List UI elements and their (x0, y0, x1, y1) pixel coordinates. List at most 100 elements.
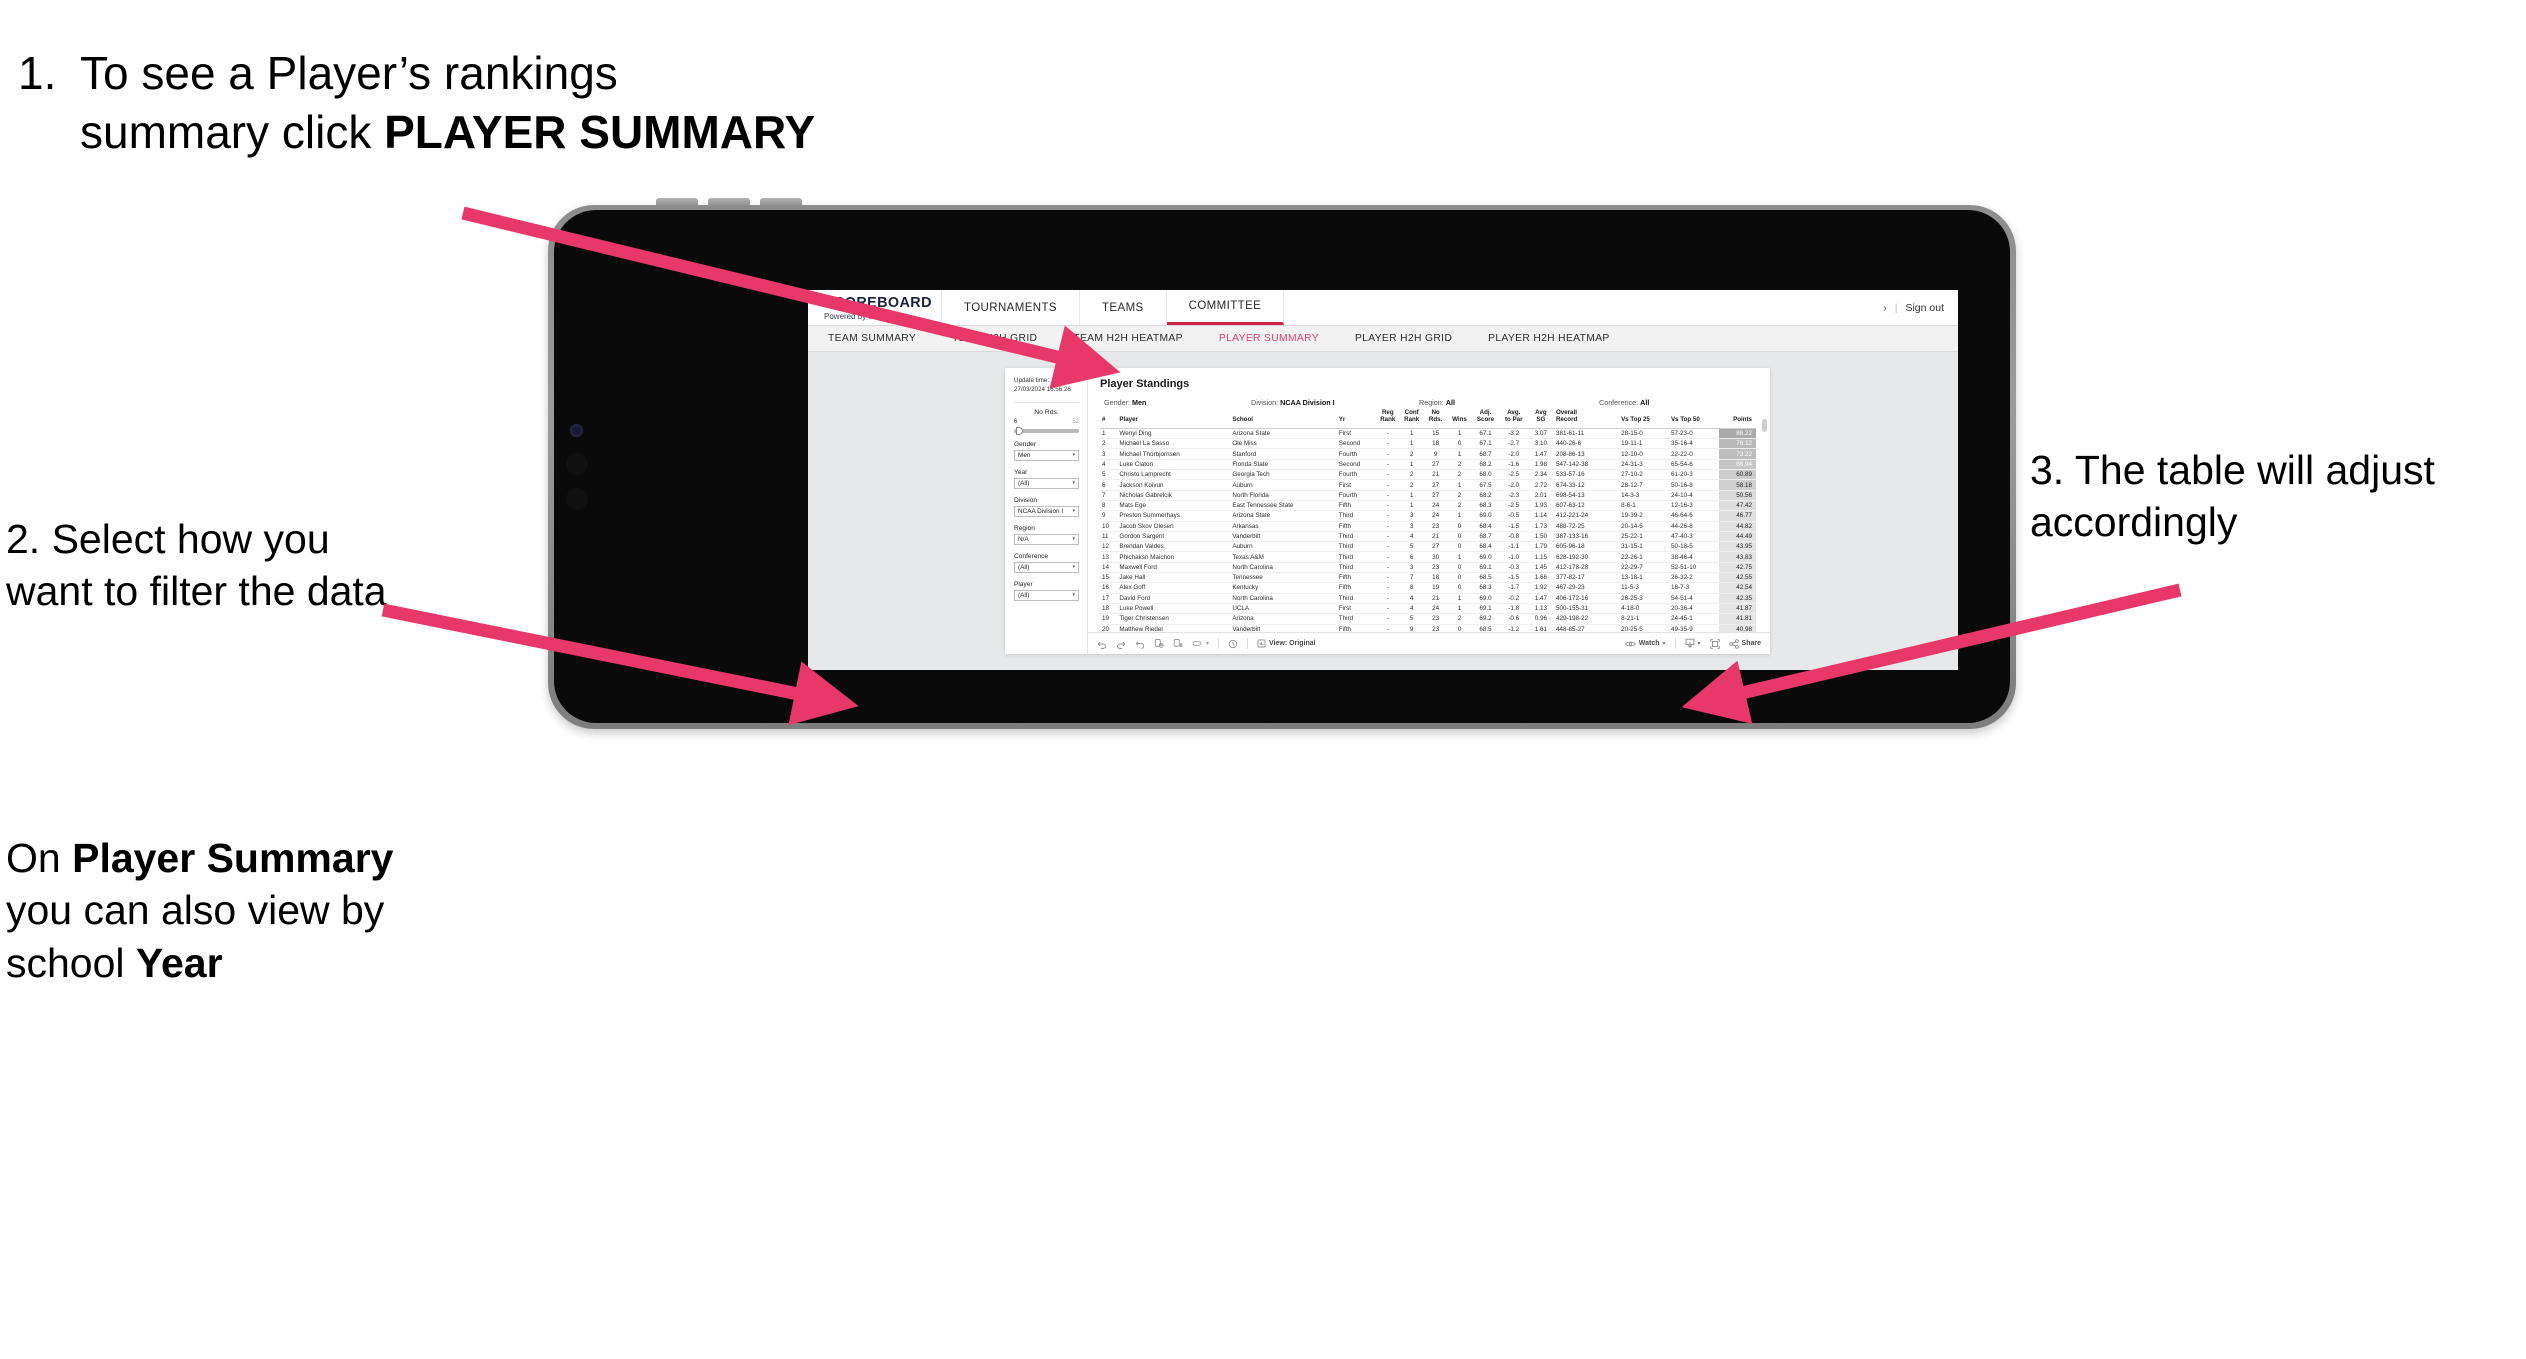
table-row[interactable]: 11 Gordon Sargent Vanderbilt Third -4 21 0 68.7… (1100, 531, 1756, 543)
cell-t25: 25-22-1 (1619, 531, 1670, 543)
user-icon[interactable]: › (1883, 302, 1887, 314)
cell-rr: - (1375, 613, 1400, 625)
cell-wn: 2 (1447, 490, 1472, 501)
table-row[interactable]: 12 Brendan Valdes Auburn Third -5 27 0 68.4 -1.1… (1100, 541, 1756, 553)
table-row[interactable]: 3 Michael Thorbjornsen Stanford Fourth -2 9 1 6… (1100, 448, 1756, 460)
dashboard-card: Update time: 27/03/2024 16:56:26 No Rds.… (1005, 368, 1770, 654)
view-original-button[interactable]: View: Original (1257, 639, 1316, 648)
sign-out-link[interactable]: Sign out (1905, 302, 1944, 314)
nav-teams[interactable]: TEAMS (1080, 290, 1167, 325)
meta-region: Region: All (1419, 398, 1599, 407)
no-rds-slider[interactable] (1014, 426, 1079, 435)
region-select[interactable]: N/A ▾ (1014, 533, 1079, 545)
filter-division: Division NCAA Division I ▾ (1014, 497, 1079, 517)
cell-rr: - (1375, 541, 1400, 553)
column-header-cr[interactable]: Conf Rank (1399, 407, 1424, 429)
nav-committee[interactable]: COMMITTEE (1166, 290, 1285, 325)
redo-icon[interactable] (1116, 639, 1126, 649)
cell-nr: 27 (1423, 479, 1448, 491)
cell-rr: - (1375, 582, 1400, 594)
division-select[interactable]: NCAA Division I ▾ (1014, 505, 1079, 517)
refresh-icon[interactable] (1154, 638, 1164, 649)
table-row[interactable]: 2 Michael La Sasso Ole Miss Second -1 18 0 67.1… (1100, 438, 1756, 450)
gender-select[interactable]: Men ▾ (1014, 449, 1079, 461)
cell-schl: Auburn (1230, 479, 1337, 491)
share-button[interactable]: Share (1728, 638, 1761, 649)
table-row[interactable]: 16 Alex Goff Kentucky Fifth -8 19 0 68.3 -1.7 1.9… (1100, 582, 1756, 594)
table-row[interactable]: 7 Nicholas Gabrelcik North Florida Fourth -1… (1100, 490, 1756, 501)
download-button[interactable]: ▾ (1685, 638, 1701, 649)
cell-atp: -1.6 (1499, 459, 1528, 471)
column-header-sg[interactable]: Avg SG (1527, 407, 1554, 429)
cell-t50: 35-16-4 (1669, 438, 1719, 450)
table-row[interactable]: 8 Mats Ege East Tennessee State Fifth -1 24 2 6… (1100, 500, 1756, 512)
cell-schl: Florida State (1230, 459, 1337, 471)
table-row[interactable]: 5 Christo Lamprecht Georgia Tech Fourth -2 21… (1100, 469, 1756, 481)
column-header-nr[interactable]: No Rds. (1423, 407, 1448, 429)
pause-icon[interactable] (1173, 638, 1183, 649)
watch-button[interactable]: Watch ▾ (1624, 640, 1666, 648)
table-row[interactable]: 18 Luke Powell UCLA First -4 24 1 69.1 -1.8 1.13 5… (1100, 603, 1756, 615)
cell-cr: 5 (1399, 541, 1424, 553)
tab-team-h2h-heatmap[interactable]: TEAM H2H HEATMAP (1055, 333, 1201, 344)
cell-wn: 1 (1447, 593, 1472, 604)
cell-adj: 67.1 (1471, 438, 1500, 450)
table-row[interactable]: 14 Maxwell Ford North Carolina Third -3 23 0 69… (1100, 562, 1756, 574)
table-row[interactable]: 4 Luke Claton Florida State Second -1 27 2 68.2… (1100, 459, 1756, 471)
column-header-play[interactable]: Player (1117, 407, 1231, 429)
cell-wn: 1 (1447, 551, 1472, 563)
column-header-pts[interactable]: Points (1719, 407, 1756, 429)
table-row[interactable]: 10 Jacob Skov Olesen Arkansas Fifth -3 23 0 68.… (1100, 521, 1756, 532)
table-row[interactable]: 17 David Ford North Carolina Third -4 21 1 69.0… (1100, 593, 1756, 604)
table-row[interactable]: 1 Wenyi Ding Arizona State First -1 15 1 67.1 -3… (1100, 428, 1756, 440)
cell-num: 5 (1100, 469, 1118, 481)
cell-num: 12 (1100, 541, 1118, 553)
column-header-t25[interactable]: Vs Top 25 (1619, 407, 1670, 429)
year-select[interactable]: (All) ▾ (1014, 477, 1079, 489)
table-row[interactable]: 20 Matthew Riedel Vanderbilt Fifth -9 23 0 68.5… (1100, 624, 1756, 632)
column-header-num[interactable]: # (1100, 407, 1118, 429)
cell-adj: 68.3 (1471, 582, 1500, 594)
cell-schl: Arkansas (1230, 521, 1337, 532)
conference-select[interactable]: (All) ▾ (1014, 561, 1079, 573)
history-icon[interactable] (1228, 639, 1238, 649)
column-header-rr[interactable]: Reg Rank (1375, 407, 1400, 429)
column-header-ovr[interactable]: Overall Record (1553, 407, 1620, 429)
column-header-yr[interactable]: Yr (1336, 407, 1376, 429)
column-header-wn[interactable]: Wins (1447, 407, 1472, 429)
revert-icon[interactable] (1135, 639, 1145, 649)
subscribe-icon[interactable]: ▾ (1192, 639, 1209, 648)
vertical-scrollbar[interactable] (1762, 419, 1767, 432)
header-separator: | (1894, 301, 1898, 314)
slider-range-labels: 6 52 (1014, 419, 1079, 425)
table-row[interactable]: 15 Jake Hall Tennessee Fifth -7 18 0 68.5 -1.5 1.… (1100, 572, 1756, 584)
undo-icon[interactable] (1097, 639, 1107, 649)
cell-play: Wenyi Ding (1117, 428, 1231, 440)
fullscreen-icon[interactable] (1709, 638, 1720, 649)
column-header-adj[interactable]: Adj. Score (1471, 407, 1500, 429)
standings-scroll-region[interactable]: # Player School Yr Reg Rank Conf Rank No Rds. Wins… (1088, 407, 1770, 632)
tab-team-summary[interactable]: TEAM SUMMARY (828, 333, 934, 344)
table-row[interactable]: 19 Tiger Christensen Arizona Third -5 23 2 69.2… (1100, 613, 1756, 625)
column-header-t50[interactable]: Vs Top 50 (1669, 407, 1719, 429)
table-row[interactable]: 6 Jackson Koivun Auburn First -2 27 1 67.5 -2.0 2… (1100, 479, 1756, 491)
cell-ovr: 605-96-18 (1553, 541, 1620, 553)
tab-player-h2h-grid[interactable]: PLAYER H2H GRID (1337, 333, 1470, 344)
player-select[interactable]: (All) ▾ (1014, 589, 1079, 601)
cell-atp: -1.0 (1499, 551, 1528, 563)
cell-yr: First (1336, 603, 1376, 615)
column-header-schl[interactable]: School (1230, 407, 1337, 429)
cell-cr: 1 (1399, 428, 1424, 440)
tab-player-summary[interactable]: PLAYER SUMMARY (1201, 333, 1337, 344)
cell-wn: 1 (1447, 479, 1472, 491)
slider-thumb[interactable] (1016, 426, 1023, 435)
table-row[interactable]: 9 Preston Summerhays Arizona State Third -3 2… (1100, 510, 1756, 522)
tab-player-h2h-heatmap[interactable]: PLAYER H2H HEATMAP (1470, 333, 1628, 344)
cell-adj: 68.4 (1471, 541, 1500, 553)
standings-header: Player Standings Gender: Men Division: N… (1088, 368, 1770, 407)
nav-tournaments[interactable]: TOURNAMENTS (942, 290, 1080, 325)
tab-team-h2h-grid[interactable]: TEAM H2H GRID (934, 333, 1055, 344)
annotation-step-2-note: On Player Summary you can also view by s… (6, 832, 406, 989)
table-row[interactable]: 13 Phichaksn Maichon Texas A&M Third -6 30 1 69… (1100, 551, 1756, 563)
column-header-atp[interactable]: Avg. to Par (1499, 407, 1528, 429)
